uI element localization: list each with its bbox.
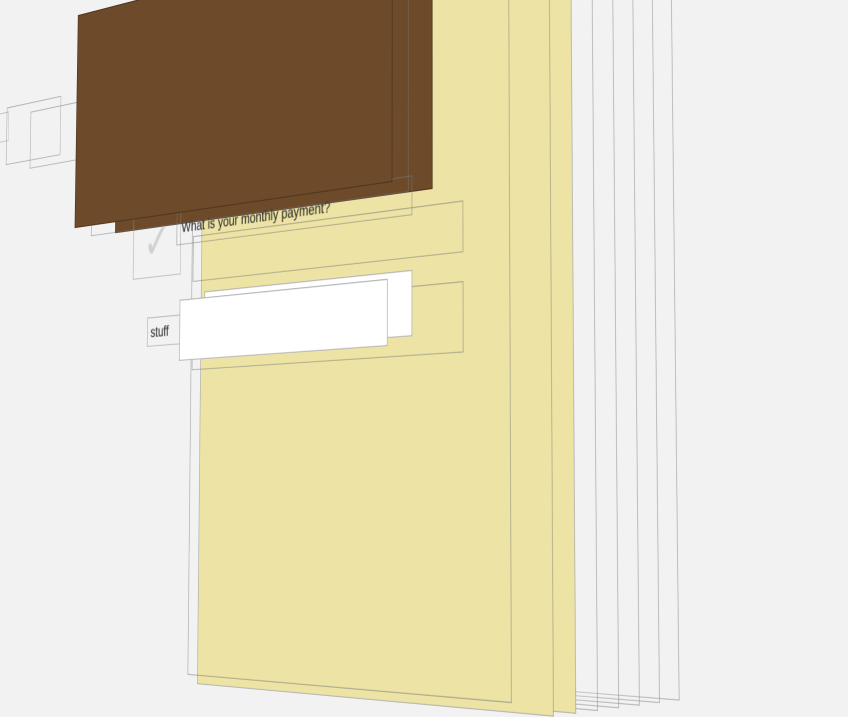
field-label: stuff bbox=[148, 322, 169, 341]
navbar-outline-2 bbox=[6, 96, 62, 166]
